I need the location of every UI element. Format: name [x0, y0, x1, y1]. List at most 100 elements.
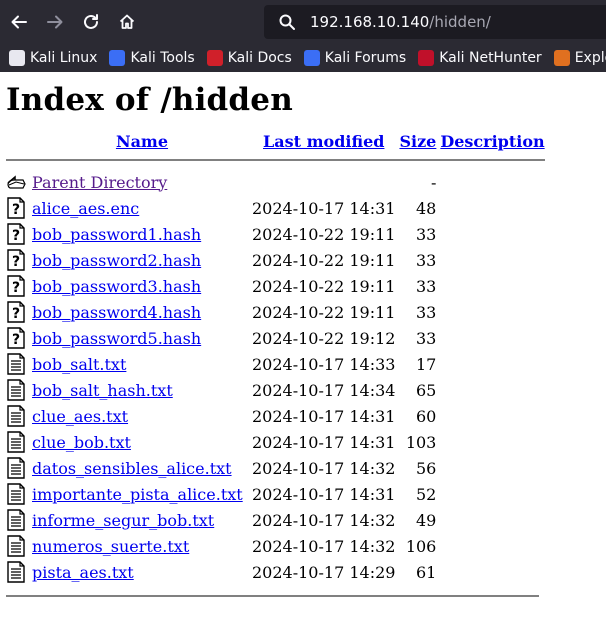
file-size: 61 — [416, 562, 437, 582]
text-file-icon — [7, 353, 25, 375]
bookmark-kali-tools[interactable]: Kali Tools — [109, 50, 195, 66]
file-modified: 2024-10-17 14:31 — [252, 198, 396, 218]
file-description — [440, 351, 544, 377]
file-size: 60 — [416, 406, 437, 426]
file-modified: 2024-10-17 14:29 — [252, 562, 396, 582]
file-link[interactable]: alice_aes.enc — [32, 199, 139, 218]
file-description — [440, 377, 544, 403]
file-link[interactable]: clue_bob.txt — [32, 433, 131, 452]
back-folder-icon — [7, 175, 26, 189]
unknown-file-icon: ? — [7, 301, 25, 323]
file-modified: 2024-10-17 14:31 — [252, 484, 396, 504]
description-column-header: Description — [440, 132, 544, 159]
parent-size: - — [430, 172, 437, 192]
file-link[interactable]: bob_password4.hash — [32, 303, 201, 322]
table-row: importante_pista_alice.txt 2024-10-17 14:… — [6, 481, 545, 507]
sort-by-description-link[interactable]: Description — [440, 132, 544, 151]
file-link[interactable]: numeros_suerte.txt — [32, 537, 189, 556]
file-link[interactable]: importante_pista_alice.txt — [32, 485, 243, 504]
svg-text:?: ? — [12, 228, 20, 244]
unknown-file-icon: ? — [7, 275, 25, 297]
file-size: 56 — [416, 458, 437, 478]
file-link[interactable]: informe_segur_bob.txt — [32, 511, 214, 530]
file-link[interactable]: bob_password3.hash — [32, 277, 201, 296]
kali-forums-icon — [303, 50, 320, 66]
text-file-icon — [7, 483, 25, 505]
sort-by-modified-link[interactable]: Last modified — [263, 132, 384, 151]
file-description — [440, 247, 544, 273]
text-file-icon — [7, 509, 25, 531]
file-modified: 2024-10-22 19:11 — [252, 302, 396, 322]
file-modified: 2024-10-22 19:11 — [252, 224, 396, 244]
file-modified: 2024-10-17 14:32 — [252, 536, 396, 556]
file-description — [440, 559, 544, 585]
file-description — [440, 299, 544, 325]
file-size: 33 — [416, 276, 437, 296]
file-link[interactable]: datos_sensibles_alice.txt — [32, 459, 232, 478]
table-row: ? bob_password3.hash 2024-10-22 19:11 33 — [6, 273, 545, 299]
sort-by-size-link[interactable]: Size — [399, 132, 436, 151]
file-description — [440, 481, 544, 507]
svg-text:?: ? — [12, 280, 20, 296]
home-button[interactable] — [111, 6, 143, 38]
unknown-file-icon: ? — [7, 197, 25, 219]
bookmark-label: Kali NetHunter — [439, 50, 542, 66]
svg-text:?: ? — [12, 202, 20, 218]
url-path: /hidden/ — [429, 13, 491, 31]
file-description — [440, 455, 544, 481]
reload-icon — [84, 14, 98, 29]
header-separator — [6, 159, 545, 169]
file-link[interactable]: clue_aes.txt — [32, 407, 128, 426]
browser-toolbar: 192.168.10.140/hidden/ — [0, 0, 606, 44]
file-modified: 2024-10-17 14:32 — [252, 458, 396, 478]
bookmark-exploit-d[interactable]: Exploit-D — [553, 50, 606, 66]
footer-rule — [6, 595, 539, 597]
bookmark-label: Kali Linux — [30, 50, 98, 66]
sort-by-name-link[interactable]: Name — [116, 132, 168, 151]
file-link[interactable]: pista_aes.txt — [32, 563, 134, 582]
text-file-icon — [7, 431, 25, 453]
bookmark-kali-linux[interactable]: Kali Linux — [9, 50, 97, 66]
file-link[interactable]: bob_password1.hash — [32, 225, 201, 244]
unknown-file-icon: ? — [7, 223, 25, 245]
unknown-file-icon: ? — [7, 249, 25, 271]
back-arrow-icon — [11, 15, 27, 29]
bookmark-label: Exploit-D — [574, 50, 606, 66]
file-link[interactable]: bob_password5.hash — [32, 329, 201, 348]
file-link[interactable]: bob_salt_hash.txt — [32, 381, 173, 400]
table-row: bob_salt.txt 2024-10-17 14:33 17 — [6, 351, 545, 377]
bookmark-kali-nethunter[interactable]: Kali NetHunter — [418, 50, 542, 66]
file-size: 65 — [416, 380, 437, 400]
table-row: clue_aes.txt 2024-10-17 14:31 60 — [6, 403, 545, 429]
file-description — [440, 429, 544, 455]
forward-button[interactable] — [39, 6, 71, 38]
file-size: 33 — [416, 250, 437, 270]
file-modified: 2024-10-17 14:34 — [252, 380, 396, 400]
file-modified: 2024-10-22 19:12 — [252, 328, 396, 348]
svg-text:?: ? — [12, 306, 20, 322]
svg-text:?: ? — [12, 254, 20, 270]
table-header-row: Name Last modified Size Description — [6, 132, 545, 159]
url-bar[interactable]: 192.168.10.140/hidden/ — [264, 5, 606, 39]
file-link[interactable]: bob_salt.txt — [32, 355, 126, 374]
file-modified: 2024-10-22 19:11 — [252, 250, 396, 270]
horizontal-rule — [6, 159, 545, 161]
kali-tools-icon — [109, 50, 126, 66]
home-icon — [119, 14, 135, 29]
parent-directory-link[interactable]: Parent Directory — [32, 173, 167, 192]
url-host: 192.168.10.140 — [310, 13, 430, 31]
file-description — [440, 195, 544, 221]
table-row: pista_aes.txt 2024-10-17 14:29 61 — [6, 559, 545, 585]
bookmark-label: Kali Forums — [324, 50, 407, 66]
back-button[interactable] — [3, 6, 35, 38]
bookmark-kali-docs[interactable]: Kali Docs — [206, 50, 292, 66]
file-description — [440, 273, 544, 299]
page-title: Index of /hidden — [6, 82, 293, 118]
reload-button[interactable] — [75, 6, 107, 38]
kali-docs-icon — [206, 50, 223, 66]
file-link[interactable]: bob_password2.hash — [32, 251, 201, 270]
bookmark-kali-forums[interactable]: Kali Forums — [303, 50, 407, 66]
file-size: 49 — [416, 510, 437, 530]
size-column-header: Size — [399, 132, 440, 159]
text-file-icon — [7, 405, 25, 427]
